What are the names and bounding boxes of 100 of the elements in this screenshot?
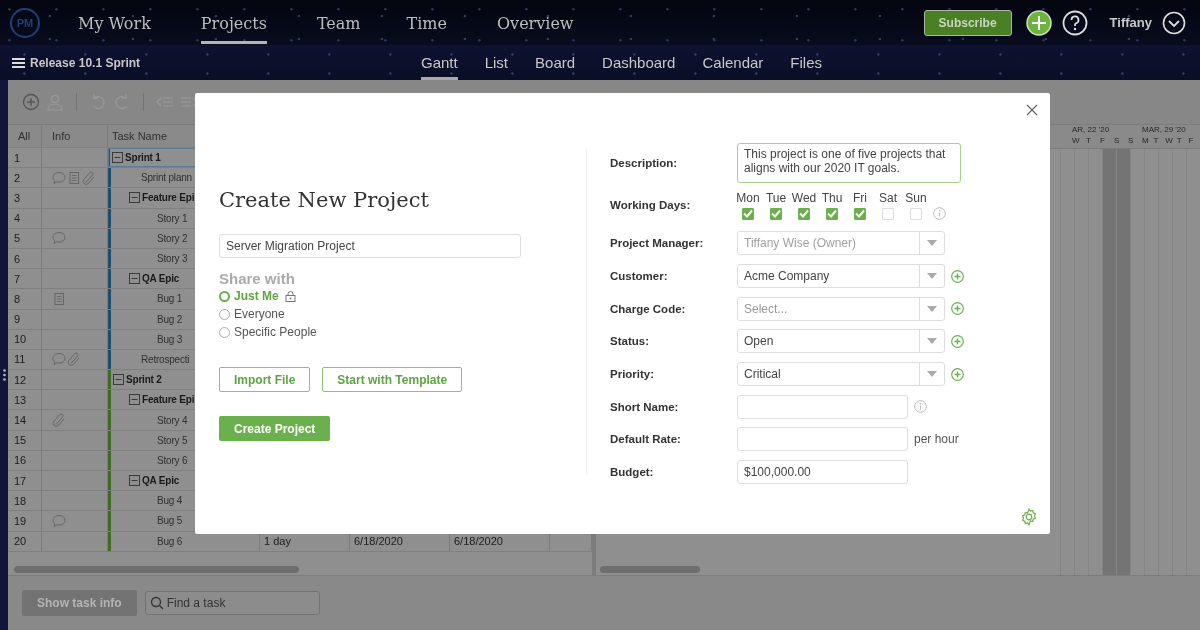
nav-tab[interactable]: Overview — [496, 1, 574, 44]
column-header[interactable]: All — [8, 125, 42, 147]
nav-tab[interactable]: Time — [406, 1, 447, 44]
row-number: 18 — [8, 491, 42, 511]
day-label: Mon — [736, 190, 760, 205]
row-number: 12 — [8, 370, 42, 390]
note-icon[interactable] — [67, 170, 81, 185]
unit-label: per hour — [914, 432, 959, 447]
row-number: 16 — [8, 450, 42, 470]
start-with-template-button[interactable]: Start with Template — [322, 367, 463, 392]
nav-tab[interactable]: My Work — [78, 1, 151, 44]
comment-icon[interactable] — [52, 513, 66, 528]
add-task-icon[interactable] — [22, 93, 40, 111]
row-number: 20 — [8, 531, 42, 551]
collapse-icon[interactable] — [129, 273, 140, 285]
view-tab[interactable]: List — [484, 45, 509, 80]
task-name: Sprint plann — [141, 172, 192, 184]
project-name[interactable]: Release 10.1 Sprint — [30, 55, 141, 70]
caret-down-icon — [927, 240, 937, 247]
caret-down-icon — [927, 273, 937, 280]
checkbox[interactable] — [770, 207, 782, 220]
checkbox[interactable] — [854, 207, 866, 220]
menu-icon[interactable] — [12, 57, 25, 68]
text-field[interactable] — [737, 394, 908, 419]
paperclip-icon[interactable] — [67, 352, 81, 367]
help-icon[interactable] — [1061, 9, 1088, 36]
collapse-icon[interactable] — [129, 475, 140, 487]
field-label: Working Days: — [610, 199, 692, 211]
user-name[interactable]: Tiffany — [1109, 15, 1152, 30]
subscribe-button[interactable]: Subscribe — [923, 9, 1012, 36]
finish-date: 6/18/2020 — [454, 535, 503, 548]
dropdown[interactable]: Select... — [737, 296, 945, 321]
import-file-button[interactable]: Import File — [219, 367, 311, 392]
collapse-icon[interactable] — [113, 374, 124, 386]
task-name: Feature Epi — [142, 394, 195, 406]
view-tab[interactable]: Dashboard — [602, 45, 676, 80]
paperclip-icon[interactable] — [82, 170, 96, 185]
field-label: Default Rate: — [610, 433, 682, 446]
collapse-icon[interactable] — [129, 394, 140, 406]
drag-handle-icon[interactable] — [2, 369, 6, 381]
description-field[interactable]: This project is one of five projects that aligns with our 2020 IT goals. — [737, 143, 961, 183]
day-letter: M — [1142, 136, 1150, 145]
day-letter: T — [1086, 136, 1092, 145]
day-label: Tue — [765, 190, 787, 205]
dropdown[interactable]: Open — [737, 329, 945, 354]
comment-icon[interactable] — [52, 170, 66, 185]
note-icon[interactable] — [52, 291, 66, 306]
view-tab[interactable]: Board — [535, 45, 576, 80]
info-icon[interactable] — [933, 206, 946, 220]
text-field[interactable] — [737, 427, 908, 452]
search-icon — [149, 596, 164, 610]
task-name: Story 3 — [157, 253, 188, 265]
row-number: 2 — [8, 168, 42, 188]
row-number: 9 — [8, 309, 42, 329]
task-name: Feature Epi — [142, 192, 195, 204]
scrollbar[interactable] — [14, 566, 299, 573]
view-tab[interactable]: Calendar — [702, 45, 764, 80]
field-label: Project Manager: — [610, 237, 705, 250]
task-name: Bug 1 — [157, 293, 183, 305]
chevron-down-icon[interactable] — [1162, 10, 1186, 35]
column-header[interactable]: Info — [42, 125, 108, 147]
field-label: Budget: — [610, 466, 655, 479]
text-field[interactable]: $100,000.00 — [737, 460, 908, 485]
start-date: 6/18/2020 — [354, 535, 403, 548]
day-letter: T — [1153, 136, 1160, 145]
nav-tab[interactable]: Team — [316, 1, 361, 44]
caret-down-icon — [927, 305, 937, 312]
paperclip-icon[interactable] — [52, 413, 66, 428]
day-letter: W — [1165, 136, 1174, 145]
row-number: 11 — [8, 349, 42, 370]
dropdown[interactable]: Acme Company — [737, 264, 945, 289]
search-field[interactable]: Find a task — [144, 591, 320, 615]
task-name: Story 5 — [157, 434, 188, 446]
duration-text: 1 day — [264, 535, 291, 548]
close-icon[interactable] — [1026, 104, 1038, 116]
week-label: MAR, 29 '20 — [1142, 125, 1187, 136]
task-name: Bug 4 — [157, 495, 183, 507]
checkbox[interactable] — [742, 207, 754, 220]
day-letter: F — [1188, 136, 1195, 145]
row-number: 17 — [8, 471, 42, 491]
checkbox[interactable] — [798, 207, 810, 220]
checkbox[interactable] — [826, 207, 838, 220]
scrollbar[interactable] — [600, 566, 700, 573]
dropdown[interactable]: Critical — [737, 362, 945, 387]
caret-down-icon — [927, 338, 937, 345]
day-letter: S — [1114, 136, 1121, 145]
task-name: QA Epic — [142, 273, 180, 285]
comment-icon[interactable] — [52, 231, 66, 246]
collapse-icon[interactable] — [112, 152, 123, 164]
comment-icon[interactable] — [52, 352, 66, 367]
day-label: Sat — [879, 190, 897, 205]
day-label: Sun — [905, 190, 927, 205]
collapse-icon[interactable] — [129, 192, 140, 204]
project-name-field[interactable]: Server Migration Project — [219, 234, 521, 258]
settings-icon[interactable] — [1020, 508, 1038, 526]
row-number: 5 — [8, 228, 42, 248]
view-tab[interactable]: Files — [790, 45, 822, 80]
field-label: Description: — [610, 157, 679, 169]
task-name: Story 2 — [157, 232, 188, 244]
info-icon[interactable] — [914, 400, 927, 414]
